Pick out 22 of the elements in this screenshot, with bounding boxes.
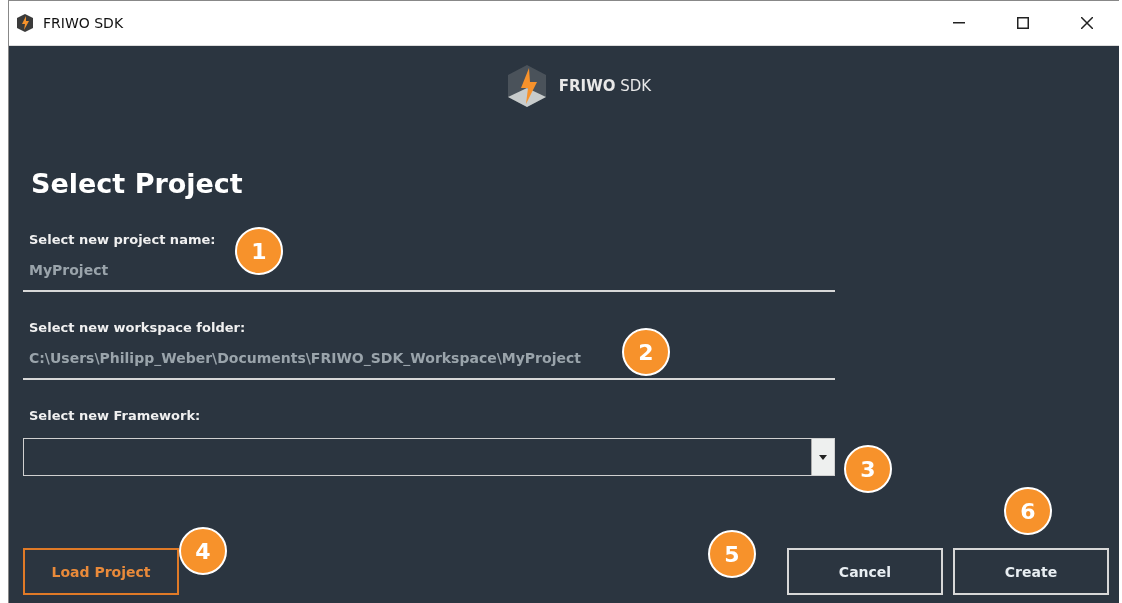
brand-name: FRIWO SDK [558, 77, 652, 95]
number-badge: 1 [235, 227, 283, 275]
load-button[interactable]: Load Project [23, 548, 179, 595]
maximize-icon[interactable] [1017, 17, 1029, 29]
number-badge: 2 [622, 328, 670, 376]
dialog-button[interactable]: Cancel [787, 548, 943, 595]
number-badge: 5 [708, 530, 756, 578]
field-label: Select new Framework: [29, 408, 201, 425]
page-heading: Select Project [31, 167, 244, 201]
close-icon[interactable] [1081, 17, 1093, 29]
minimize-icon[interactable] [953, 22, 965, 24]
field-label: Select new project name: [29, 232, 216, 249]
logo-icon [506, 64, 547, 108]
number-badge: 3 [844, 445, 892, 493]
number-badge: 6 [1004, 487, 1052, 535]
caret-icon [819, 454, 827, 460]
logo-icon [15, 13, 35, 33]
window-title: FRIWO SDK [43, 15, 125, 31]
dropdown-field[interactable] [23, 438, 835, 476]
field-label: Select new workspace folder: [29, 320, 246, 337]
dialog-button[interactable]: Create [953, 548, 1109, 595]
number-badge: 4 [179, 527, 227, 575]
